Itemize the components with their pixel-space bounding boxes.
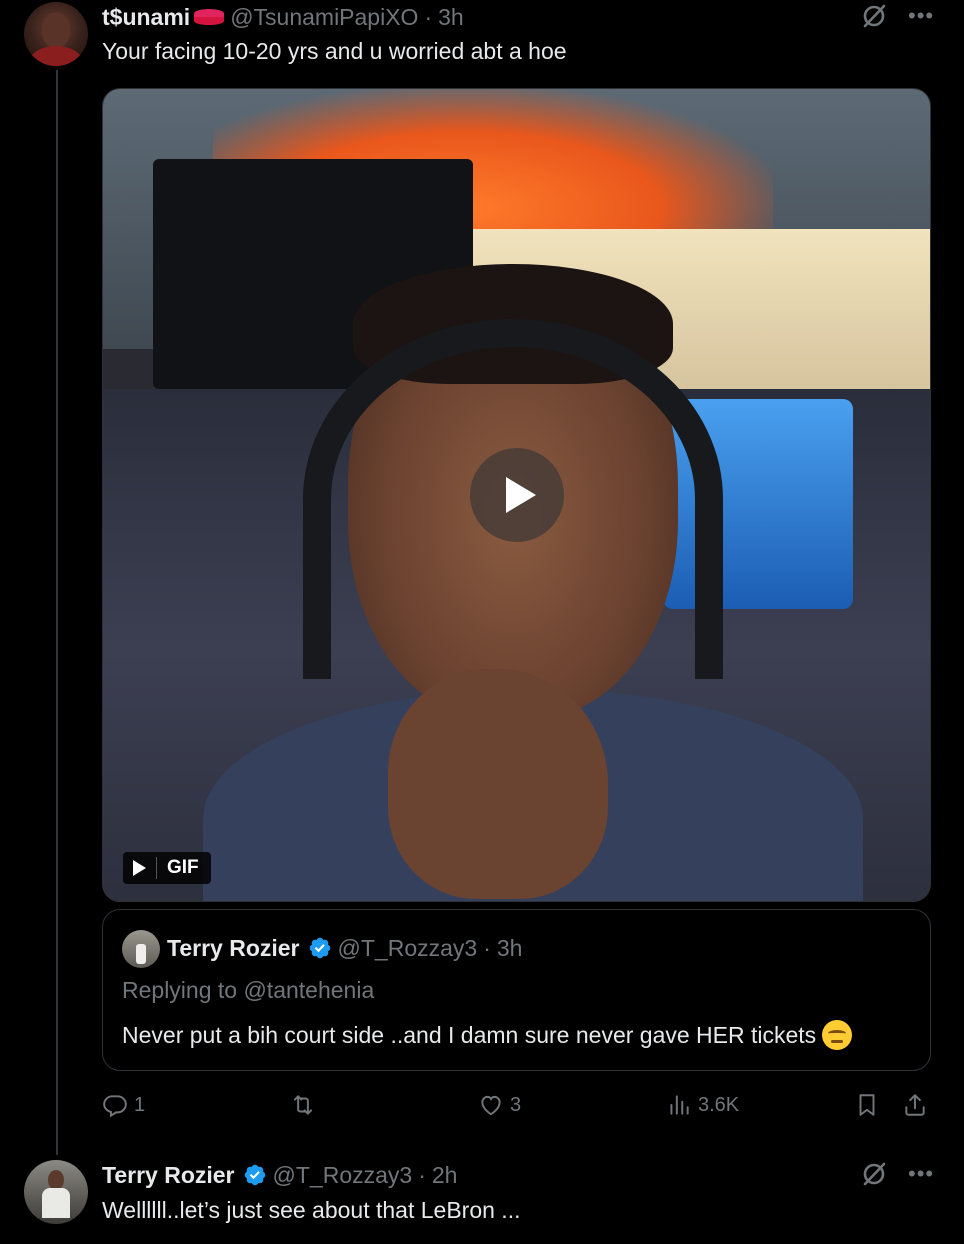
like-button[interactable]: 3 <box>478 1092 521 1118</box>
tweet-header: Terry Rozier @T_Rozzay3 · 2h <box>102 1160 457 1190</box>
badge-divider <box>156 857 157 879</box>
bookmark-button[interactable] <box>854 1092 880 1118</box>
separator-dot: · <box>418 1162 426 1188</box>
more-options-icon[interactable]: ••• <box>908 1163 934 1185</box>
quoted-tweet-card[interactable]: Terry Rozier @T_Rozzay3 · 3h Replying to… <box>102 909 931 1071</box>
share-icon <box>905 1094 925 1116</box>
quote-text-row: Never put a bih court side ..and I damn … <box>122 1020 853 1050</box>
author-name[interactable]: Terry Rozier <box>102 1160 235 1190</box>
quote-timestamp: 3h <box>496 935 523 961</box>
more-options-icon[interactable]: ••• <box>908 5 934 27</box>
thread-line <box>56 70 58 1155</box>
timestamp[interactable]: 2h <box>432 1160 458 1190</box>
share-button[interactable] <box>902 1092 928 1118</box>
tweet-action-bar: 1 3 3.6K <box>102 1092 931 1122</box>
tweet-text: Wellllll..let’s just see about that LeBr… <box>102 1197 521 1223</box>
gif-label: GIF <box>167 857 199 878</box>
views-button[interactable]: 3.6K <box>666 1092 739 1118</box>
play-icon <box>133 860 146 876</box>
lips-emoji-icon <box>194 9 225 25</box>
author-name[interactable]: t$unami <box>102 2 190 32</box>
separator-dot: · <box>483 935 491 961</box>
heart-icon <box>481 1095 501 1116</box>
separator-dot: · <box>424 4 433 30</box>
quote-author-handle: @T_Rozzay3 <box>337 935 478 961</box>
repost-icon <box>293 1095 313 1115</box>
play-button[interactable] <box>470 448 564 542</box>
avatar-face <box>42 12 70 48</box>
grok-icon[interactable] <box>860 2 888 30</box>
media-hand <box>388 669 608 899</box>
quote-avatar <box>122 930 160 968</box>
tweet-top-actions: ••• <box>860 2 934 30</box>
quote-header: Terry Rozier @T_Rozzay3 · 3h <box>167 933 522 963</box>
quote-author-name: Terry Rozier <box>167 935 300 961</box>
avatar-shirt <box>42 1188 70 1218</box>
tweet-top-actions: ••• <box>860 1160 934 1188</box>
gif-media[interactable]: GIF <box>102 88 931 902</box>
like-count: 3 <box>510 1093 522 1116</box>
reply-count: 1 <box>134 1093 146 1116</box>
avatar-face <box>48 1170 64 1190</box>
timestamp[interactable]: 3h <box>438 2 464 32</box>
reply-icon <box>103 1095 127 1118</box>
replying-to: Replying to @tantehenia <box>122 977 375 1003</box>
author-handle[interactable]: @TsunamiPapiXO <box>230 2 418 32</box>
quote-text: Never put a bih court side ..and I damn … <box>122 1022 817 1048</box>
avatar[interactable] <box>24 1160 88 1224</box>
unamused-face-emoji-icon <box>822 1020 853 1050</box>
gif-badge[interactable]: GIF <box>123 852 211 884</box>
author-handle[interactable]: @T_Rozzay3 <box>273 1160 413 1190</box>
verified-badge-icon[interactable] <box>243 1163 267 1187</box>
bookmark-icon <box>859 1094 875 1116</box>
view-count: 3.6K <box>698 1093 740 1116</box>
grok-icon[interactable] <box>860 1160 888 1188</box>
analytics-icon <box>670 1095 689 1115</box>
repost-button[interactable] <box>290 1092 322 1118</box>
verified-badge-icon <box>309 937 330 959</box>
tweet-text: Your facing 10-20 yrs and u worried abt … <box>102 38 567 64</box>
avatar[interactable] <box>24 2 88 66</box>
tweet-header: t$unami @TsunamiPapiXO · 3h <box>102 2 464 32</box>
avatar-shoulder <box>30 46 82 66</box>
reply-button[interactable]: 1 <box>102 1092 145 1118</box>
